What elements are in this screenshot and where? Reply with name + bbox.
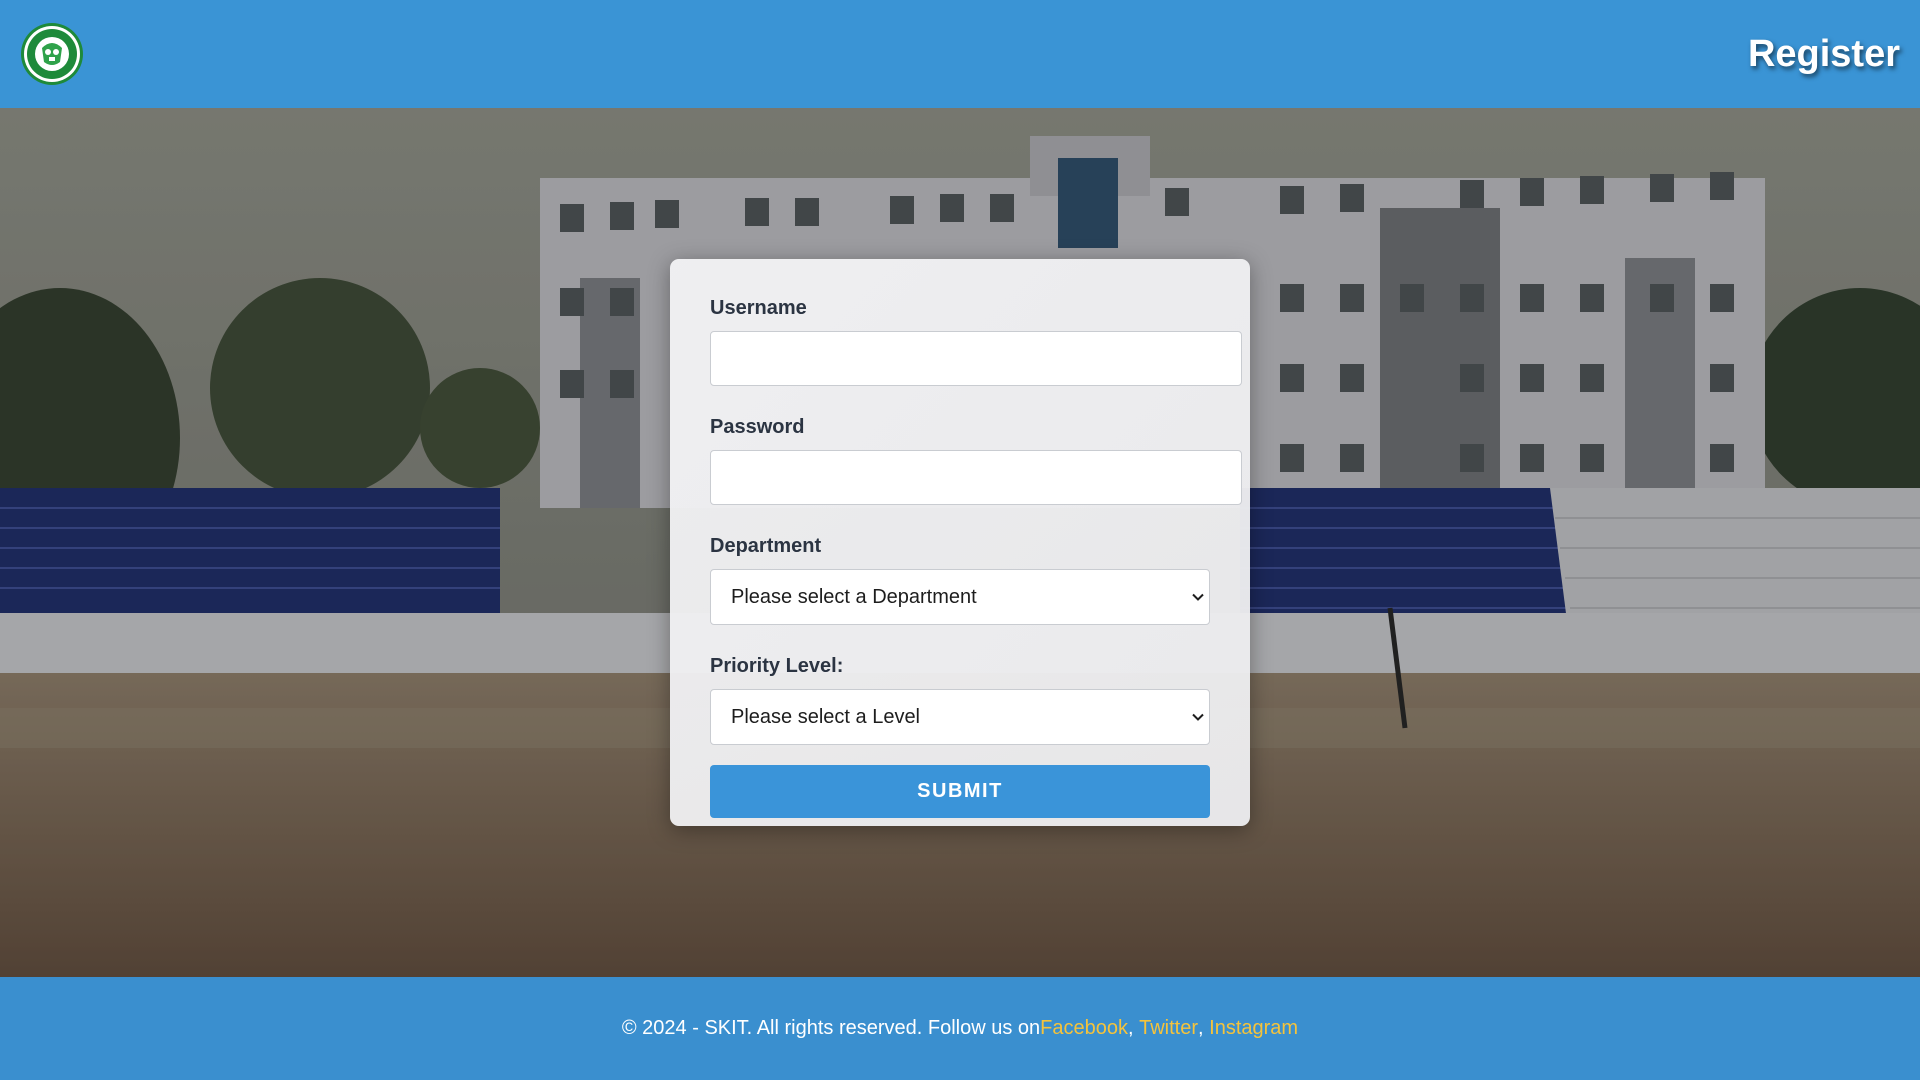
top-navbar: Register — [0, 0, 1920, 108]
instagram-link[interactable]: Instagram — [1209, 1017, 1298, 1040]
footer: © 2024 - SKIT. All rights reserved. Foll… — [0, 977, 1920, 1080]
department-label: Department — [710, 535, 822, 557]
priority-selected-value: Please select a Level — [731, 705, 921, 728]
chevron-down-icon — [1192, 593, 1204, 601]
footer-separator: , — [1198, 1017, 1210, 1039]
priority-level-label: Priority Level: — [710, 655, 844, 677]
facebook-link[interactable]: Facebook — [1040, 1017, 1128, 1040]
username-input[interactable] — [710, 331, 1242, 386]
college-logo-icon[interactable] — [20, 22, 84, 86]
submit-button[interactable]: SUBMIT — [710, 765, 1210, 818]
department-selected-value: Please select a Department — [731, 585, 977, 608]
password-label: Password — [710, 416, 805, 438]
priority-level-select[interactable]: Please select a Level — [710, 689, 1210, 745]
twitter-link[interactable]: Twitter — [1139, 1017, 1198, 1040]
password-input[interactable] — [710, 450, 1242, 505]
registration-form: Username Password Department Please sele… — [670, 259, 1250, 826]
register-link[interactable]: Register — [1748, 33, 1900, 76]
footer-separator: , — [1128, 1017, 1140, 1039]
username-label: Username — [710, 297, 807, 319]
footer-copyright: © 2024 - SKIT. All rights reserved. Foll… — [621, 1017, 1041, 1039]
chevron-down-icon — [1192, 713, 1204, 721]
department-select[interactable]: Please select a Department — [710, 569, 1210, 625]
